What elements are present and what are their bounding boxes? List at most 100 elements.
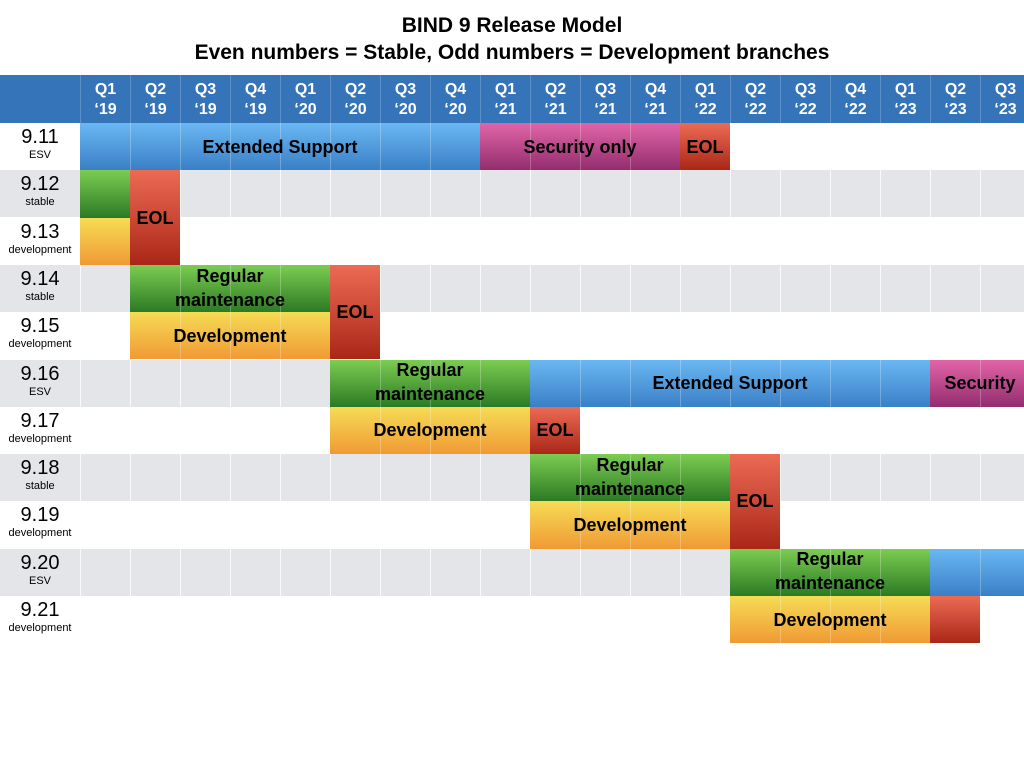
bar-label: Regular maintenance [574, 454, 686, 499]
row-label: 9.19 development [0, 501, 80, 548]
quarter-header: Q2 ‘21 [530, 75, 580, 123]
bar-label: Development [373, 420, 487, 441]
quarter-label: Q1 [94, 81, 117, 98]
bar-label: Extended Support [652, 373, 808, 394]
quarter-header: Q3 ‘20 [380, 75, 430, 123]
year-label: ‘23 [894, 101, 917, 118]
bar-dev: Development [130, 312, 330, 360]
bar-dev: Development [530, 501, 730, 549]
quarter-header: Q1 ‘20 [280, 75, 330, 123]
bar-ext [930, 548, 1024, 596]
bar-label: Security only [523, 136, 637, 157]
quarter-header: Q2 ‘23 [930, 75, 980, 123]
bar-eol: EOL [680, 123, 730, 171]
bar-reg: Regular maintenance [730, 548, 930, 596]
bar-reg: Regular maintenance [530, 454, 730, 502]
version-number: 9.11 [21, 126, 59, 148]
version-number: 9.14 [20, 267, 60, 290]
bar-label: EOL [136, 207, 174, 228]
bar-eol: EOL [330, 264, 380, 360]
branch-type: ESV [28, 574, 51, 587]
year-label: ‘19 [194, 101, 217, 118]
quarter-label: Q4 [844, 81, 867, 98]
bar-ext: Extended Support [530, 359, 930, 407]
bar-label: EOL [736, 491, 774, 512]
quarter-label: Q4 [444, 81, 467, 98]
year-label: ‘19 [244, 101, 267, 118]
bar-eol: EOL [730, 454, 780, 549]
bar-cell-divider [380, 123, 381, 171]
quarter-header: Q2 ‘20 [330, 75, 380, 123]
bar-cell-divider [180, 123, 181, 171]
quarter-label: Q4 [644, 81, 667, 98]
quarter-header: Q4 ‘22 [830, 75, 880, 123]
branch-type: stable [25, 290, 55, 303]
year-label: ‘19 [144, 101, 167, 118]
row-label: 9.14 stable [0, 265, 80, 312]
bar-label: Development [573, 515, 687, 536]
bar-eol: EOL [130, 170, 180, 265]
bar-label: Regular maintenance [774, 549, 886, 594]
version-number: 9.13 [20, 220, 60, 243]
year-label: ‘21 [494, 101, 517, 118]
row-label: 9.20 ESV [0, 549, 80, 596]
version-number: 9.21 [20, 599, 60, 621]
version-number: 9.15 [20, 315, 60, 338]
row-label: 9.16 ESV [0, 360, 80, 407]
bar-label: Extended Support [202, 136, 358, 157]
year-label: ‘20 [294, 101, 317, 118]
row-background [0, 454, 1024, 502]
bar-ext: Extended Support [80, 123, 480, 171]
bar-reg: Regular maintenance [130, 264, 330, 313]
quarter-label: Q2 [944, 81, 967, 98]
bar-cell-divider [980, 548, 981, 596]
bar-label: Security [944, 373, 1016, 394]
bar-cell-divider [430, 123, 431, 171]
year-label: ‘22 [844, 101, 867, 118]
quarter-label: Q2 [544, 81, 567, 98]
version-number: 9.20 [20, 551, 60, 574]
row-label: 9.18 stable [0, 454, 80, 501]
quarter-header: Q3 ‘19 [180, 75, 230, 123]
year-label: ‘20 [344, 101, 367, 118]
bar-dev: Development [730, 596, 930, 644]
quarter-header: Q3 ‘21 [580, 75, 630, 123]
grid-line [180, 123, 181, 644]
quarter-header: Q4 ‘20 [430, 75, 480, 123]
year-label: ‘22 [794, 101, 817, 118]
branch-type: development [8, 338, 72, 351]
bar-label: EOL [336, 302, 374, 323]
quarter-header: Q1 ‘22 [680, 75, 730, 123]
quarter-label: Q3 [594, 81, 617, 98]
quarter-header: Q3 ‘23 [980, 75, 1024, 123]
version-number: 9.17 [20, 409, 60, 432]
quarter-header: Q4 ‘19 [230, 75, 280, 123]
row-label: 9.21 development [0, 596, 80, 643]
version-number: 9.19 [20, 504, 60, 527]
quarter-label: Q1 [894, 81, 917, 98]
quarter-label: Q3 [994, 81, 1017, 98]
branch-type: development [8, 243, 72, 256]
quarter-label: Q4 [244, 81, 267, 98]
row-label: 9.12 stable [0, 170, 80, 217]
row-label: 9.11 ESV [0, 123, 80, 170]
branch-type: development [8, 432, 72, 445]
year-label: ‘20 [444, 101, 467, 118]
grid-line [280, 123, 281, 644]
bar-dev: Development [330, 406, 530, 455]
branch-type: development [8, 527, 72, 540]
quarter-label: Q3 [794, 81, 817, 98]
bar-label: EOL [686, 136, 724, 157]
year-label: ‘23 [994, 101, 1017, 118]
quarter-header: Q1 ‘23 [880, 75, 930, 123]
quarter-label: Q2 [144, 81, 167, 98]
bar-eol: EOL [530, 406, 580, 455]
quarter-header: Q2 ‘19 [130, 75, 180, 123]
quarter-label: Q1 [694, 81, 717, 98]
year-label: ‘21 [544, 101, 567, 118]
quarter-label: Q2 [344, 81, 367, 98]
year-label: ‘21 [644, 101, 667, 118]
row-label: 9.13 development [0, 218, 80, 265]
branch-type: stable [25, 480, 55, 493]
year-label: ‘20 [394, 101, 417, 118]
